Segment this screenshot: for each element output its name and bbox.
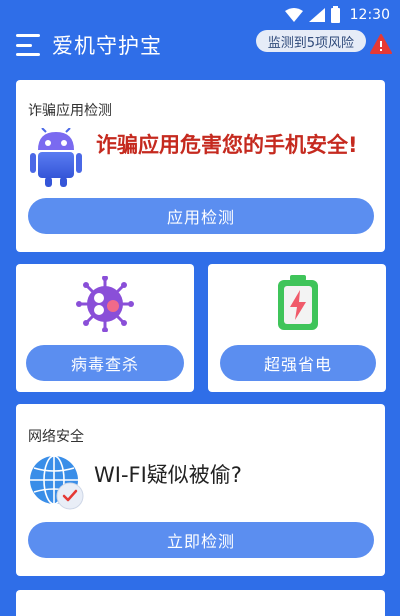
- network-scan-button[interactable]: 立即检测: [28, 522, 374, 558]
- battery-icon: [330, 5, 340, 23]
- signal-icon: [308, 8, 325, 22]
- menu-icon[interactable]: [16, 34, 40, 56]
- globe-shield-icon: [30, 455, 84, 510]
- fraud-card-label: 诈骗应用检测: [28, 103, 112, 119]
- risk-badge[interactable]: 监测到5项风险: [255, 30, 366, 52]
- app-title: 爱机守护宝: [52, 34, 162, 58]
- network-card-label: 网络安全: [28, 429, 84, 445]
- fraud-detection-card: 诈骗应用检测 诈骗应用危害您的手机安全! 应用检测: [16, 80, 385, 252]
- app-header: 爱机守护宝 监测到5项风险: [0, 30, 400, 60]
- bottom-card: [16, 590, 385, 616]
- fraud-warning-text: 诈骗应用危害您的手机安全!: [96, 133, 358, 157]
- wifi-question-text: WI-FI疑似被偷?: [94, 463, 242, 487]
- status-bar: 12:30: [0, 0, 400, 30]
- network-security-card: 网络安全 WI-FI疑似被偷? 立即检测: [16, 404, 385, 576]
- virus-scan-button[interactable]: 病毒查杀: [26, 345, 184, 381]
- virus-icon: [76, 276, 134, 332]
- power-saving-card: 超强省电: [208, 264, 386, 392]
- app-scan-button[interactable]: 应用检测: [28, 198, 374, 234]
- android-robot-icon: [30, 128, 82, 187]
- battery-charge-icon: [278, 275, 318, 330]
- virus-card: 病毒查杀: [16, 264, 194, 392]
- power-saving-button[interactable]: 超强省电: [220, 345, 376, 381]
- wifi-icon: [284, 8, 303, 22]
- warning-icon[interactable]: [370, 34, 392, 54]
- status-time: 12:30: [349, 7, 390, 23]
